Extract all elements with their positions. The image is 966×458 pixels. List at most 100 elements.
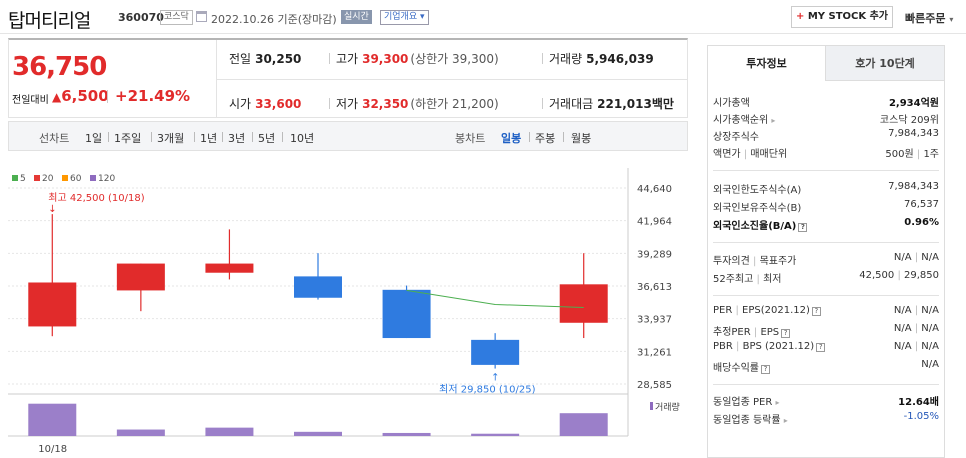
company-overview-label: 기업개요: [384, 12, 418, 22]
period-3y[interactable]: 3년: [228, 130, 245, 146]
volume-bar: [294, 431, 342, 436]
stat-label: 거래대금: [549, 97, 594, 111]
chevron-right-icon[interactable]: ▸: [775, 398, 779, 407]
company-overview-dropdown[interactable]: 기업개요 ▾: [380, 10, 429, 25]
chevron-down-icon: ▾: [949, 15, 954, 24]
volume-label: 거래량: [655, 401, 680, 413]
info-label-text: 외국인소진율(B/A): [713, 221, 797, 232]
legend-swatch: [90, 175, 96, 181]
stat-value: 33,600: [255, 97, 302, 111]
stat-value: 5,946,039: [586, 52, 654, 66]
info-value: N/A | N/A: [894, 341, 939, 352]
chevron-right-icon[interactable]: ▸: [784, 416, 788, 425]
y-tick-label: 36,613: [637, 282, 672, 293]
divider: [151, 132, 152, 142]
legend-swatch: [12, 175, 18, 181]
info-value-text: N/A: [893, 305, 912, 316]
info-label: 배당수익률?: [713, 359, 770, 374]
price-change-value: 6,500: [61, 87, 109, 105]
divider: [713, 170, 939, 171]
stat-value: 221,013: [597, 97, 652, 111]
divider: |: [753, 327, 758, 338]
period-1d[interactable]: 1일: [85, 130, 102, 146]
tab-investment-info[interactable]: 투자정보: [708, 46, 826, 81]
period-5y[interactable]: 5년: [258, 130, 275, 146]
info-label-text: 액면가: [713, 149, 741, 160]
candle-daily[interactable]: 일봉: [501, 130, 521, 146]
investment-info-panel: 투자정보 호가 10단계 시가총액 2,934억원 시가총액순위 ▸ 코스닥 2…: [707, 45, 945, 458]
info-label: 추정PER | EPS?: [713, 323, 791, 338]
legend-label: 60: [70, 174, 82, 184]
divider: [329, 53, 330, 64]
stat-label: 거래량: [549, 52, 583, 66]
info-value-text: N/A: [921, 341, 939, 352]
period-1y[interactable]: 1년: [200, 130, 217, 146]
info-row-foreign-holding: 외국인보유주식수(B) 76,537: [713, 197, 939, 214]
legend-swatch: [62, 175, 68, 181]
quick-order-menu[interactable]: 빠른주문 ▾: [905, 10, 953, 26]
volume-bar: [382, 432, 431, 436]
help-icon[interactable]: ?: [816, 343, 826, 352]
info-row-dividend: 배당수익률? N/A: [713, 357, 939, 374]
candle-body: [559, 284, 608, 323]
info-label-text: 52주최고: [713, 274, 754, 285]
divider: [222, 132, 223, 142]
info-label-text: 투자의견: [713, 256, 750, 267]
info-value: 7,984,343: [888, 128, 939, 139]
tab-order-book[interactable]: 호가 10단계: [826, 46, 944, 81]
info-value-text: N/A: [921, 323, 939, 334]
candle-monthly[interactable]: 월봉: [571, 130, 591, 146]
stock-header: 탑머티리얼 360070 코스닥 2022.10.26 기준(장마감) 실시간 …: [0, 0, 966, 34]
info-value: 12.64배: [898, 397, 939, 408]
change-rate: +21.49%: [115, 87, 191, 105]
candle-weekly[interactable]: 주봉: [535, 130, 555, 146]
period-1w[interactable]: 1주일: [114, 130, 141, 146]
chart-period-bar: 선차트 1일 1주일 3개월 1년 3년 5년 10년 봉차트 일봉 주봉 월봉: [8, 121, 688, 151]
add-mystock-button[interactable]: + MY STOCK 추가: [791, 6, 893, 28]
divider: |: [914, 252, 919, 263]
help-icon[interactable]: ?: [811, 307, 821, 316]
info-label-text: 최저: [763, 274, 782, 285]
period-3m[interactable]: 3개월: [157, 130, 184, 146]
y-tick-label: 41,964: [637, 217, 672, 228]
divider: [216, 79, 688, 80]
ma5-line: [406, 289, 584, 309]
divider: [108, 132, 109, 142]
info-value-text: 29,850: [904, 270, 939, 281]
divider: [542, 53, 543, 64]
info-value: 코스닥 209위: [879, 115, 939, 126]
stat-value: 32,350: [362, 97, 409, 111]
info-row-market-cap: 시가총액 2,934억원: [713, 92, 939, 109]
y-tick-label: 28,585: [637, 380, 672, 391]
candle-chart-label: 봉차트: [455, 132, 486, 145]
add-mystock-label: MY STOCK 추가: [807, 11, 889, 22]
volume-legend-swatch: [650, 402, 653, 410]
realtime-badge[interactable]: 실시간: [341, 10, 372, 24]
stat-open: 시가 33,600: [229, 95, 301, 112]
chevron-right-icon[interactable]: ▸: [771, 116, 775, 125]
info-label: 액면가 | 매매단위: [713, 145, 787, 160]
info-label-text: 동일업종 등락률: [713, 415, 781, 426]
info-label-text: 배당수익률: [713, 363, 759, 374]
y-tick-label: 31,261: [637, 347, 672, 358]
help-icon[interactable]: ?: [781, 329, 791, 338]
divider: |: [743, 149, 748, 160]
stock-name: 탑머티리얼: [8, 10, 91, 32]
stat-volume: 거래량 5,946,039: [542, 50, 654, 67]
info-value-text: N/A: [921, 252, 939, 263]
divider: [542, 98, 543, 109]
y-tick-label: 33,937: [637, 315, 672, 326]
stat-label: 고가: [336, 52, 359, 66]
candlestick-chart[interactable]: 44,640 41,964 39,289 36,613 33,937 31,261 28,5…: [8, 168, 692, 458]
divider: |: [897, 270, 901, 281]
info-value: 76,537: [904, 199, 939, 210]
period-10y[interactable]: 10년: [290, 130, 314, 146]
info-row-foreign-ratio: 외국인소진율(B/A)? 0.96%: [713, 215, 939, 232]
info-label-text: PER: [713, 305, 733, 316]
candle-body: [116, 263, 165, 291]
info-row-52w: 52주최고 | 최저 42,500 | 29,850: [713, 268, 939, 285]
help-icon[interactable]: ?: [798, 223, 808, 232]
help-icon[interactable]: ?: [761, 365, 770, 374]
stock-code: 360070: [118, 11, 164, 24]
info-label-text: EPS(2021.12): [742, 305, 810, 316]
